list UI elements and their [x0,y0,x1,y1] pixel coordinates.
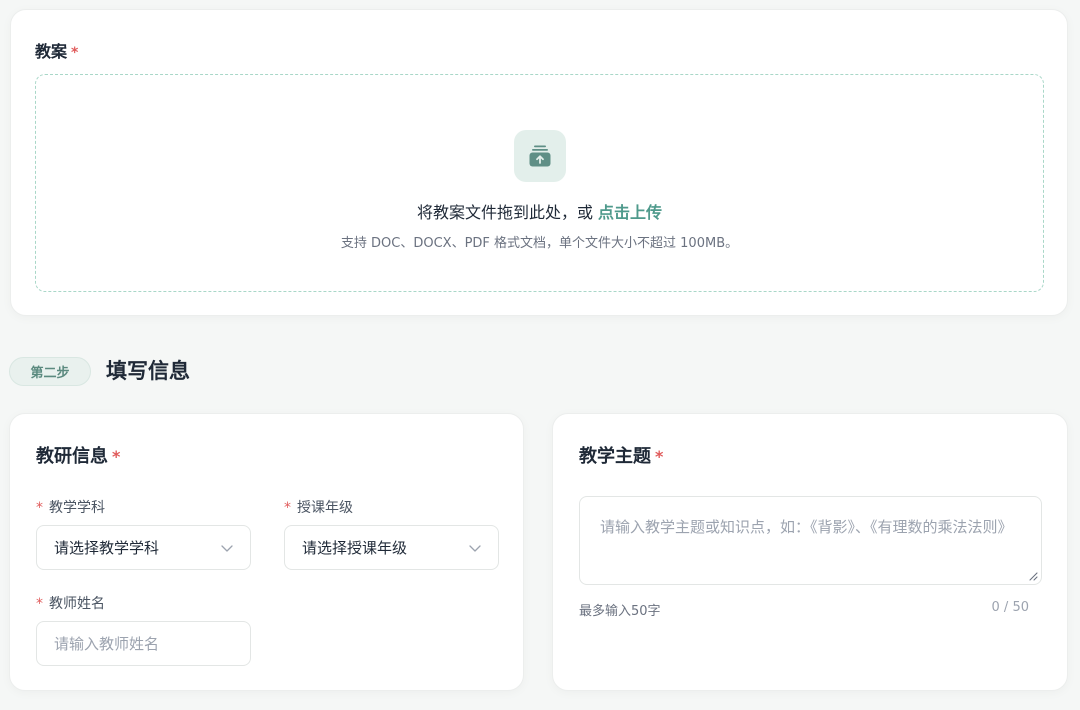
topic-textarea-wrapper [579,496,1042,585]
resize-handle-icon[interactable] [1028,571,1038,581]
teacher-name-label: * 教师姓名 [36,596,105,612]
required-mark: * [112,447,121,466]
file-format-hint: 支持 DOC、DOCX、PDF 格式文档，单个文件大小不超过 100MB。 [340,236,739,251]
required-mark: * [71,45,79,61]
required-mark: * [36,500,43,516]
click-upload-link[interactable]: 点击上传 [598,203,662,222]
card-title: 教学主题 * [579,446,664,467]
chevron-down-icon [221,545,233,552]
topic-textarea[interactable] [580,497,1041,584]
upload-tray-icon [514,130,566,182]
required-mark: * [655,447,664,466]
step-title: 填写信息 [106,359,190,383]
upload-section-title: 教案 * [35,42,79,61]
chevron-down-icon [469,545,481,552]
teaching-topic-card: 教学主题* 最多输入50字 0 / 50 [552,413,1068,691]
teacher-name-input[interactable] [36,621,251,666]
grade-label: * 授课年级 [284,500,353,516]
required-mark: * [284,500,291,516]
lesson-plan-upload-card: 教案 * 将教案文件拖到此处，或 点击上传 支持 DOC、DOCX、PDF 格式文… [10,9,1068,316]
teaching-info-card: 教研信息 * * 教学学科 请选择教学学科 * 授课年级 请选择授课年级 * 教师姓名 [9,413,524,691]
character-limit-hint: 最多输入50字 [579,604,661,619]
card-title: 教研信息 * [36,446,121,467]
subject-label: * 教学学科 [36,500,105,516]
step-badge: 第二步 [9,357,91,386]
grade-select[interactable]: 请选择授课年级 [284,525,499,570]
dropzone-instruction: 将教案文件拖到此处，或 点击上传 [416,203,663,222]
file-dropzone[interactable]: 将教案文件拖到此处，或 点击上传 支持 DOC、DOCX、PDF 格式文档，单个… [35,74,1044,292]
character-counter: 0 / 50 [991,600,1029,615]
subject-select[interactable]: 请选择教学学科 [36,525,251,570]
required-mark: * [36,596,43,612]
